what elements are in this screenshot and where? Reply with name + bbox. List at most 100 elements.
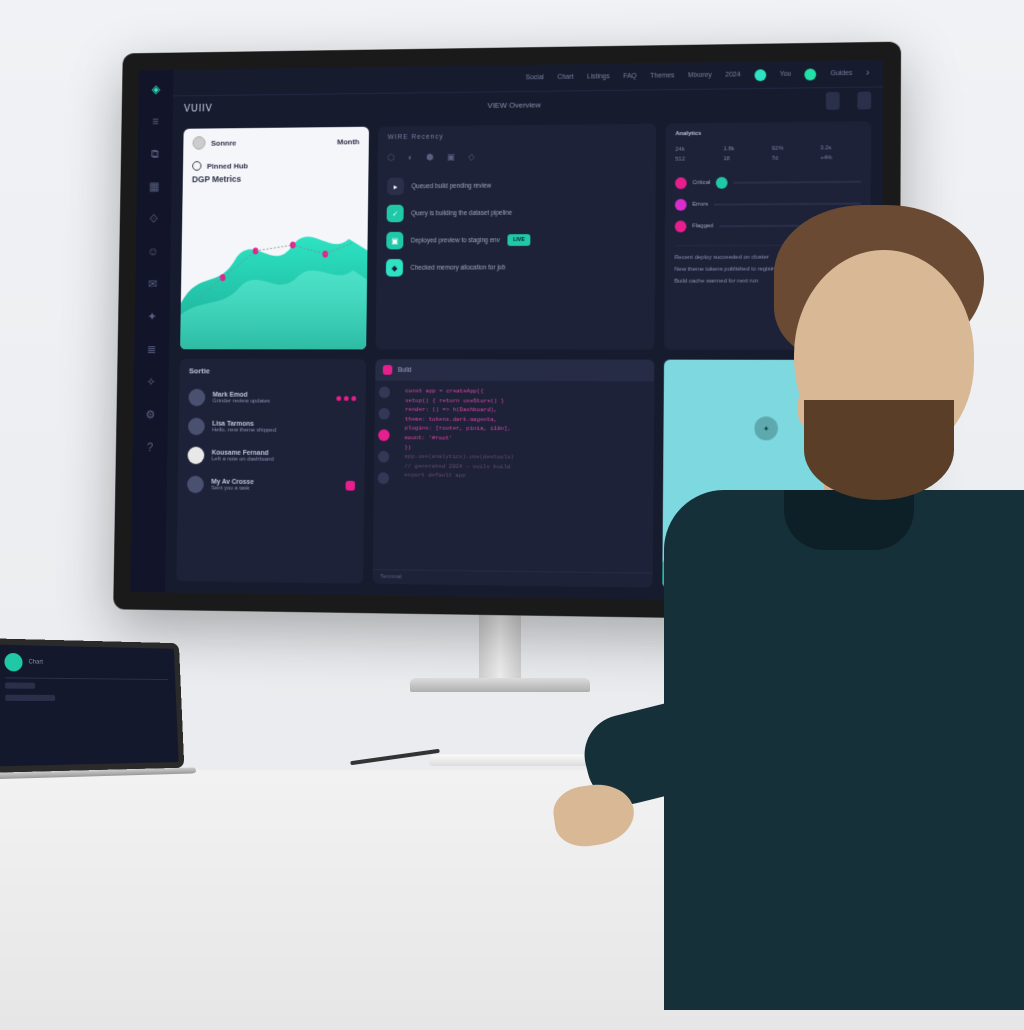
chat-item[interactable]: Lisa TarmonsHello, new theme shipped xyxy=(179,412,366,442)
sidebar-code-icon[interactable]: ⟐ xyxy=(144,209,163,228)
activity-text: Deployed preview to staging env xyxy=(411,237,500,244)
code-line: const app = createApp({ xyxy=(405,387,642,397)
activity-header: WIRE Recency xyxy=(388,132,647,141)
activity-chip-icon: ▣ xyxy=(386,232,403,250)
chart-title: DGP Metrics xyxy=(183,173,369,188)
chart-pin-label: Pinned Hub xyxy=(207,161,248,170)
chart-meta: Month xyxy=(337,137,360,146)
code-footer: Terminal xyxy=(373,569,653,588)
chart-owner: Sonnre xyxy=(211,138,237,147)
activity-text: Queued build pending review xyxy=(411,182,491,189)
user-avatar xyxy=(187,447,204,465)
stats-grid: 24k 1.8k 92% 3.2s 512 18 7d +4% xyxy=(675,145,861,163)
filter-icons: ⬡ ◐ ⬢ ▣ ◇ xyxy=(387,150,646,163)
gutter-dot-icon xyxy=(379,386,390,398)
activity-item[interactable]: ◆ Checked memory allocation for job xyxy=(386,253,646,281)
chat-item[interactable]: Kousame FernandLeft a note on dashboard xyxy=(178,441,365,471)
activity-item[interactable]: ✓ Query is building the dataset pipeline xyxy=(387,198,646,227)
metric-label: Errors xyxy=(692,202,708,208)
code-line: export default app xyxy=(404,471,642,482)
code-gutter xyxy=(373,381,394,570)
sidebar-home-icon[interactable]: ◈ xyxy=(147,79,166,98)
chevron-right-icon[interactable]: › xyxy=(866,68,869,79)
nav-link[interactable]: 2024 xyxy=(725,72,740,79)
keyboard xyxy=(429,754,732,765)
activity-text: Query is building the dataset pipeline xyxy=(411,209,512,216)
nav-link[interactable]: Mixonry xyxy=(688,72,712,79)
chat-header: Sortie xyxy=(180,359,366,384)
user-label: You xyxy=(780,71,792,78)
header-action-icon[interactable] xyxy=(857,92,871,110)
code-status-icon xyxy=(383,365,393,375)
laptop: Chart xyxy=(0,638,184,772)
user-avatar xyxy=(188,418,205,435)
chat-item[interactable]: Mark EmodGrinder review updates xyxy=(179,383,366,413)
stat-value: 24k xyxy=(675,147,715,153)
sidebar-help-icon[interactable]: ? xyxy=(141,438,160,457)
nav-link[interactable]: FAQ xyxy=(623,73,637,80)
stat-value: 18 xyxy=(723,156,764,162)
nav-link[interactable]: Chart xyxy=(557,74,573,81)
chat-msg: Left a note on dashboard xyxy=(212,456,274,462)
owner-avatar xyxy=(192,136,205,150)
stat-value: 3.2s xyxy=(820,145,861,151)
area-chart xyxy=(180,187,368,350)
color-dot-icon xyxy=(675,221,687,233)
metric-row[interactable]: Errors xyxy=(675,193,861,216)
sidebar-plugin-icon[interactable]: ✦ xyxy=(143,307,162,326)
badge-icon xyxy=(346,481,356,491)
status-dot-icon xyxy=(754,69,766,81)
metric-label: Flagged xyxy=(692,223,713,229)
sidebar-chart-icon[interactable]: ≡ xyxy=(146,112,165,131)
metric-row[interactable]: Flagged xyxy=(675,215,861,238)
sidebar-users-icon[interactable]: ☺ xyxy=(144,242,163,261)
chat-list-card: Sortie Mark EmodGrinder review updates L… xyxy=(176,359,366,584)
activity-tag: LIVE xyxy=(507,234,530,246)
header-action-icon[interactable] xyxy=(826,92,840,110)
filter-icon[interactable]: ⬢ xyxy=(426,152,434,163)
activity-text: Checked memory allocation for job xyxy=(410,264,505,271)
filter-icon[interactable]: ◇ xyxy=(468,152,475,163)
activity-item[interactable]: ▣ Deployed preview to staging env LIVE xyxy=(386,226,646,255)
gutter-dot-icon xyxy=(378,408,389,420)
nav-link[interactable]: Social xyxy=(526,74,544,81)
list-item: Build cache warmed for next run xyxy=(674,275,860,287)
code-header: Build xyxy=(398,367,412,374)
sidebar-docs-icon[interactable]: ≣ xyxy=(142,340,161,359)
filter-icon[interactable]: ◐ xyxy=(408,152,413,163)
gutter-dot-icon xyxy=(378,472,389,484)
gutter-dot-icon xyxy=(378,429,389,441)
filter-icon[interactable]: ⬡ xyxy=(387,153,395,164)
sidebar-chat-icon[interactable]: ✉ xyxy=(143,274,162,293)
pin-icon xyxy=(192,161,201,171)
preview-badge-icon: ✦ xyxy=(754,416,778,440)
activity-item[interactable]: ▸ Queued build pending review xyxy=(387,171,646,200)
chart-card: Sonnre Month Pinned Hub DGP Metrics xyxy=(180,127,369,350)
preview-card[interactable]: ✦ xyxy=(662,360,870,591)
nav-link[interactable]: Listings xyxy=(587,73,610,80)
user-avatar xyxy=(187,476,204,494)
sidebar-bell-icon[interactable]: ✧ xyxy=(142,372,161,391)
status-dots-icon xyxy=(336,396,356,401)
sidebar-settings-icon[interactable]: ⚙ xyxy=(141,405,160,424)
pen xyxy=(350,749,440,765)
code-body[interactable]: const app = createApp({ setup() { return… xyxy=(392,381,654,573)
filter-icon[interactable]: ▣ xyxy=(447,152,455,163)
sidebar-layers-icon[interactable]: ⧉ xyxy=(146,144,165,163)
chat-item[interactable]: My Av CrosseSent you a task xyxy=(178,470,365,501)
user-avatar xyxy=(188,389,205,406)
activity-card: WIRE Recency ⬡ ◐ ⬢ ▣ ◇ ▸ Queued build pe… xyxy=(376,124,657,350)
color-dot-icon xyxy=(675,177,687,189)
nav-link[interactable]: Themes xyxy=(650,72,674,79)
section-label: VIEW Overview xyxy=(488,100,541,109)
metric-row[interactable]: Critical xyxy=(675,171,861,194)
app-title: VUIIV xyxy=(184,103,213,114)
stat-value: 1.8k xyxy=(723,146,764,152)
laptop-label: Chart xyxy=(28,659,43,665)
color-dot-icon xyxy=(675,199,687,211)
sidebar-grid-icon[interactable]: ▦ xyxy=(145,177,164,196)
monitor-frame: ◈ ≡ ⧉ ▦ ⟐ ☺ ✉ ✦ ≣ ✧ ⚙ ? Social Chart Lis… xyxy=(113,42,901,622)
account-label[interactable]: Guides xyxy=(830,70,852,77)
chat-msg: Grinder review updates xyxy=(212,398,270,404)
preview-mini-icon xyxy=(831,560,861,582)
